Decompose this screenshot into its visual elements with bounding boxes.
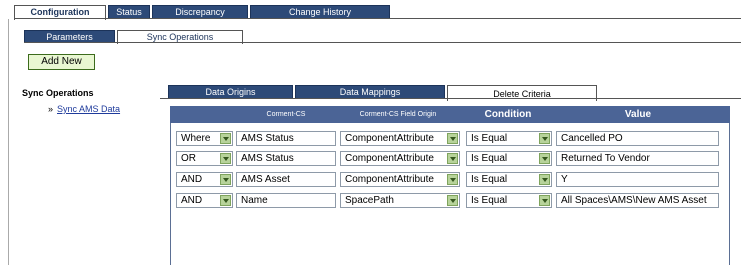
dropdown-arrow-icon[interactable]: [447, 174, 458, 185]
field-origin-select[interactable]: ComponentAttribute: [340, 151, 460, 166]
condition-select[interactable]: Is Equal: [466, 193, 552, 208]
field-input[interactable]: Name: [236, 193, 336, 208]
header-condition: Condition: [484, 109, 532, 120]
field-origin-value: SpacePath: [345, 195, 394, 206]
condition-select[interactable]: Is Equal: [466, 172, 552, 187]
tab-status[interactable]: Status: [108, 5, 150, 18]
bullet-icon: »: [48, 104, 54, 114]
dropdown-arrow-icon[interactable]: [220, 195, 231, 206]
value-input[interactable]: Y: [556, 172, 719, 187]
header-field-origin: Corment-CS Field Origin: [359, 111, 437, 118]
tab-change-history[interactable]: Change History: [250, 5, 390, 18]
operator-value: AND: [181, 195, 203, 206]
condition-select[interactable]: Is Equal: [466, 131, 552, 146]
field-origin-value: ComponentAttribute: [345, 174, 434, 185]
operator-select[interactable]: Where: [176, 131, 233, 146]
dropdown-arrow-icon[interactable]: [447, 133, 458, 144]
dropdown-arrow-icon[interactable]: [220, 133, 231, 144]
operator-select[interactable]: AND: [176, 172, 233, 187]
field-origin-select[interactable]: ComponentAttribute: [340, 172, 460, 187]
condition-value: Is Equal: [471, 174, 508, 185]
tab-discrepancy[interactable]: Discrepancy: [152, 5, 248, 18]
dropdown-arrow-icon[interactable]: [447, 153, 458, 164]
operator-select[interactable]: OR: [176, 151, 233, 166]
inner-tab-bar: Data Origins Data Mappings Delete Criter…: [168, 85, 599, 101]
field-origin-select[interactable]: ComponentAttribute: [340, 131, 460, 146]
dropdown-arrow-icon[interactable]: [220, 174, 231, 185]
condition-value: Is Equal: [471, 195, 508, 206]
sync-ams-data-link[interactable]: Sync AMS Data: [57, 104, 120, 114]
value-input[interactable]: All Spaces\AMS\New AMS Asset: [556, 193, 719, 208]
field-origin-value: ComponentAttribute: [345, 133, 434, 144]
dropdown-arrow-icon[interactable]: [447, 195, 458, 206]
field-origin-value: ComponentAttribute: [345, 153, 434, 164]
sync-operation-item: » Sync AMS Data: [48, 104, 120, 114]
dropdown-arrow-icon[interactable]: [539, 174, 550, 185]
condition-select[interactable]: Is Equal: [466, 151, 552, 166]
operator-value: Where: [181, 133, 211, 144]
field-input[interactable]: AMS Asset: [236, 172, 336, 187]
table-header: Corment-CS Corment-CS Field Origin Condi…: [170, 106, 730, 123]
dropdown-arrow-icon[interactable]: [539, 153, 550, 164]
header-corment-cs: Corment-CS: [266, 111, 306, 118]
value-input[interactable]: Cancelled PO: [556, 131, 719, 146]
value-input[interactable]: Returned To Vendor: [556, 151, 719, 166]
tab-data-origins[interactable]: Data Origins: [168, 85, 293, 98]
tab-parameters[interactable]: Parameters: [24, 30, 115, 42]
operator-value: OR: [181, 153, 196, 164]
sub-tab-divider: [24, 42, 741, 43]
add-new-button[interactable]: Add New: [28, 54, 95, 70]
sync-operations-heading: Sync Operations: [22, 88, 94, 98]
tab-data-mappings[interactable]: Data Mappings: [295, 85, 445, 98]
dropdown-arrow-icon[interactable]: [539, 133, 550, 144]
top-tab-bar: Configuration Status Discrepancy Change …: [14, 5, 392, 20]
condition-value: Is Equal: [471, 133, 508, 144]
operator-select[interactable]: AND: [176, 193, 233, 208]
operator-value: AND: [181, 174, 203, 185]
dropdown-arrow-icon[interactable]: [539, 195, 550, 206]
condition-value: Is Equal: [471, 153, 508, 164]
header-value: Value: [624, 109, 652, 120]
field-input[interactable]: AMS Status: [236, 151, 336, 166]
dropdown-arrow-icon[interactable]: [220, 153, 231, 164]
field-input[interactable]: AMS Status: [236, 131, 336, 146]
inner-tab-divider: [160, 98, 741, 99]
field-origin-select[interactable]: SpacePath: [340, 193, 460, 208]
